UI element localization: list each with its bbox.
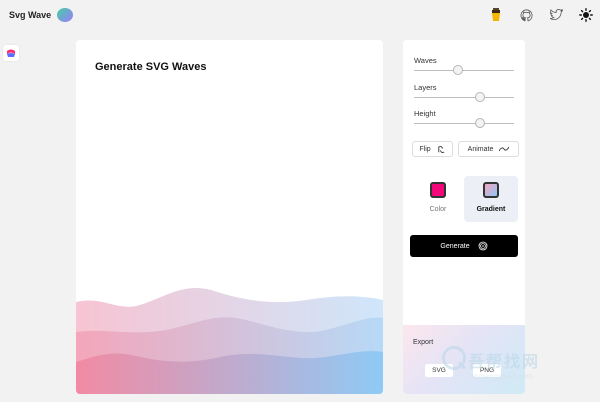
slider-label-height: Height <box>414 109 436 118</box>
brand[interactable]: Svg Wave <box>9 8 74 22</box>
animate-button[interactable]: Animate <box>458 141 519 157</box>
slider-waves[interactable] <box>414 65 514 75</box>
mode-gradient[interactable]: Gradient <box>464 176 518 222</box>
wave-canvas: Generate SVG Waves <box>76 40 383 394</box>
slider-layers[interactable] <box>414 92 514 102</box>
gradient-swatch <box>483 182 499 198</box>
side-badge[interactable] <box>3 45 19 61</box>
slider-thumb-layers[interactable] <box>475 92 485 102</box>
watermark: 吾帮找网 wubangzhao.com <box>438 342 588 392</box>
slider-label-layers: Layers <box>414 83 437 92</box>
slider-label-waves: Waves <box>414 56 437 65</box>
watermark-sub: wubangzhao.com <box>470 372 533 381</box>
sun-icon[interactable] <box>578 7 594 23</box>
mode-color-label: Color <box>429 206 447 213</box>
mode-color[interactable]: Color <box>411 176 465 222</box>
generate-label: Generate <box>440 242 470 250</box>
controls-panel: Waves Layers Height Flip Animate Color G… <box>403 40 525 394</box>
github-icon[interactable] <box>518 7 534 23</box>
top-bar: Svg Wave <box>0 0 600 30</box>
wave-badge-icon <box>7 49 15 57</box>
flip-button[interactable]: Flip <box>412 141 453 157</box>
twitter-icon[interactable] <box>548 7 564 23</box>
app-title: Svg Wave <box>9 10 52 20</box>
watermark-text: 吾帮找网 <box>468 354 541 371</box>
top-icons <box>488 7 594 23</box>
canvas-title: Generate SVG Waves <box>95 61 207 73</box>
export-title: Export <box>413 339 434 346</box>
generate-button[interactable]: Generate <box>410 235 518 257</box>
flip-icon <box>437 145 444 153</box>
slider-thumb-height[interactable] <box>475 118 485 128</box>
wave-preview <box>76 287 383 394</box>
mode-gradient-label: Gradient <box>476 206 506 213</box>
slider-height[interactable] <box>414 118 514 128</box>
wave-layer-3 <box>76 351 383 394</box>
coffee-icon[interactable] <box>488 7 504 23</box>
app-logo-icon <box>57 8 74 22</box>
flip-label: Flip <box>419 145 431 153</box>
wave-line-icon <box>499 146 510 152</box>
spiral-icon <box>478 241 487 251</box>
slider-thumb-waves[interactable] <box>453 65 463 75</box>
animate-label: Animate <box>467 145 494 153</box>
color-swatch <box>430 182 446 198</box>
